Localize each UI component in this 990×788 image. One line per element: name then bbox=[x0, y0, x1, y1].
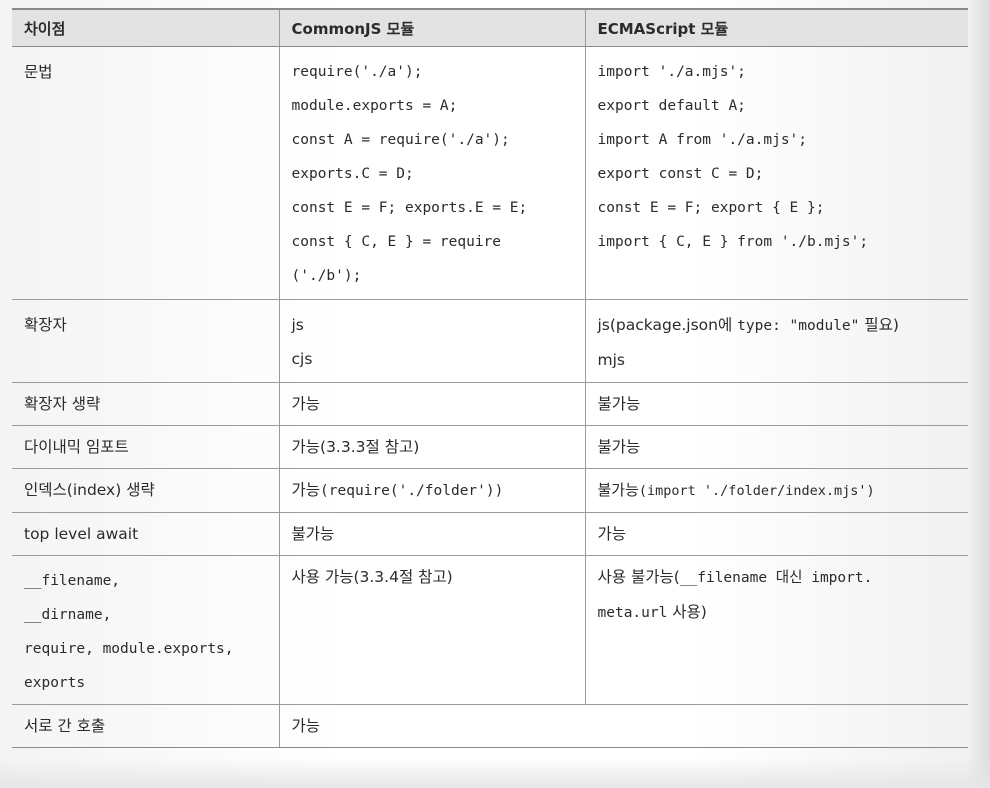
code-line: const A = require('./a'); bbox=[291, 132, 510, 148]
index-omit-esm-code: (import './folder/index.mjs') bbox=[638, 483, 875, 499]
code-line: require('./a'); bbox=[291, 64, 423, 80]
extension-ecmascript-cell: js(package.json에 type: "module" 필요) mjs bbox=[584, 299, 968, 383]
interop-label: 서로 간 호출 bbox=[24, 717, 106, 735]
table-row-extension-omit: 확장자 생략 가능 불가능 bbox=[12, 382, 968, 426]
index-omit-esm-prefix: 불가능 bbox=[597, 481, 639, 499]
extension-commonjs-cell: js cjs bbox=[278, 299, 585, 383]
globals-cjs-value: 사용 가능(3.3.4절 참고) bbox=[291, 568, 453, 586]
ext-omit-ecmascript-cell: 불가능 bbox=[584, 382, 968, 426]
code-line: const { C, E } = require bbox=[291, 234, 502, 250]
globals-esm-code: __filename 대신 import. bbox=[679, 570, 873, 586]
table-row-syntax: 문법 require('./a'); module.exports = A; c… bbox=[12, 46, 968, 300]
globals-esm-line2: meta.url 사용) bbox=[598, 595, 957, 630]
code-line: export default A; bbox=[597, 98, 746, 114]
interop-value: 가능 bbox=[291, 717, 321, 735]
code-line: import { C, E } from './b.mjs'; bbox=[597, 234, 869, 250]
index-omit-ecmascript-cell: 불가능(import './folder/index.mjs') bbox=[584, 468, 968, 513]
ext-omit-label: 확장자 생략 bbox=[24, 395, 101, 413]
table-row-dynamic-import: 다이내믹 임포트 가능(3.3.3절 참고) 불가능 bbox=[12, 425, 968, 469]
code-line: const E = F; export { E }; bbox=[597, 200, 825, 216]
row-label-extension: 확장자 bbox=[12, 299, 279, 383]
code-line: module.exports = A; bbox=[291, 98, 458, 114]
code-line: import A from './a.mjs'; bbox=[597, 132, 808, 148]
interop-value-cell: 가능 bbox=[278, 704, 968, 748]
dynamic-import-ecmascript-cell: 불가능 bbox=[584, 425, 968, 469]
table-header-row: 차이점 CommonJS 모듈 ECMAScript 모듈 bbox=[12, 8, 968, 47]
table-row-extension: 확장자 js cjs js(package.json에 type: "modul… bbox=[12, 299, 968, 383]
extension-value: mjs bbox=[597, 351, 625, 369]
extension-value: js bbox=[291, 316, 304, 334]
table-row-interop: 서로 간 호출 가능 bbox=[12, 704, 968, 748]
top-level-await-ecmascript-cell: 가능 bbox=[584, 512, 968, 556]
dynamic-import-commonjs-cell: 가능(3.3.3절 참고) bbox=[278, 425, 585, 469]
syntax-commonjs-cell: require('./a'); module.exports = A; cons… bbox=[278, 46, 585, 300]
ext-omit-commonjs-cell: 가능 bbox=[278, 382, 585, 426]
globals-esm-suffix: 사용) bbox=[667, 603, 707, 621]
globals-esm-code2: meta.url bbox=[597, 605, 668, 621]
row-label-interop: 서로 간 호출 bbox=[12, 704, 279, 748]
code-line: const E = F; exports.E = E; bbox=[291, 200, 528, 216]
comparison-table: 차이점 CommonJS 모듈 ECMAScript 모듈 문법 require… bbox=[12, 8, 968, 748]
globals-esm-line1: 사용 불가능(__filename 대신 import. bbox=[598, 560, 957, 595]
row-label-syntax: 문법 bbox=[12, 46, 279, 300]
header-ecmascript: ECMAScript 모듈 bbox=[584, 8, 968, 47]
extension-esm-code: type: "module" bbox=[737, 318, 860, 334]
code-line: ('./b'); bbox=[291, 268, 362, 284]
table-row-top-level-await: top level await 불가능 가능 bbox=[12, 512, 968, 556]
top-level-await-esm-value: 가능 bbox=[597, 525, 627, 543]
header-commonjs: CommonJS 모듈 bbox=[278, 8, 585, 47]
globals-esm-prefix: 사용 불가능( bbox=[597, 568, 680, 586]
extension-label: 확장자 bbox=[24, 316, 67, 334]
table-row-globals: __filename, __dirname, require, module.e… bbox=[12, 555, 968, 705]
globals-label-line: require, module.exports, bbox=[24, 641, 234, 657]
dynamic-import-esm-value: 불가능 bbox=[597, 438, 641, 456]
syntax-ecmascript-cell: import './a.mjs'; export default A; impo… bbox=[584, 46, 968, 300]
bottom-shadow bbox=[0, 758, 990, 788]
dynamic-import-label: 다이내믹 임포트 bbox=[24, 438, 129, 456]
ext-omit-esm-value: 불가능 bbox=[597, 395, 641, 413]
header-difference: 차이점 bbox=[12, 8, 279, 47]
globals-ecmascript-cell: 사용 불가능(__filename 대신 import. meta.url 사용… bbox=[584, 555, 968, 705]
index-omit-cjs-value: 가능(require('./folder')) bbox=[292, 473, 573, 508]
index-omit-cjs-code: (require('./folder')) bbox=[320, 483, 504, 499]
code-line: export const C = D; bbox=[597, 166, 764, 182]
top-level-await-cjs-value: 불가능 bbox=[291, 525, 335, 543]
row-label-index-omit: 인덱스(index) 생략 bbox=[12, 468, 279, 513]
top-level-await-commonjs-cell: 불가능 bbox=[278, 512, 585, 556]
index-omit-esm-value: 불가능(import './folder/index.mjs') bbox=[598, 473, 957, 508]
globals-commonjs-cell: 사용 가능(3.3.4절 참고) bbox=[278, 555, 585, 705]
row-label-extension-omit: 확장자 생략 bbox=[12, 382, 279, 426]
globals-label-line: exports bbox=[24, 675, 86, 691]
globals-label-line: __filename, bbox=[24, 573, 121, 589]
extension-esm-suffix: 필요) bbox=[859, 316, 899, 334]
index-omit-label: 인덱스(index) 생략 bbox=[24, 481, 155, 499]
index-omit-commonjs-cell: 가능(require('./folder')) bbox=[278, 468, 585, 513]
top-level-await-label: top level await bbox=[24, 525, 139, 543]
extension-esm-prefix: js(package.json에 bbox=[597, 316, 738, 334]
code-line: import './a.mjs'; bbox=[597, 64, 746, 80]
code-line: exports.C = D; bbox=[291, 166, 414, 182]
extension-value: cjs bbox=[291, 350, 313, 368]
syntax-label: 문법 bbox=[24, 63, 53, 81]
globals-label-line: __dirname, bbox=[24, 607, 112, 623]
dynamic-import-cjs-value: 가능(3.3.3절 참고) bbox=[291, 438, 420, 456]
extension-esm-line1: js(package.json에 type: "module" 필요) bbox=[598, 308, 957, 343]
index-omit-cjs-prefix: 가능 bbox=[291, 481, 321, 499]
ext-omit-cjs-value: 가능 bbox=[291, 395, 321, 413]
table-row-index-omit: 인덱스(index) 생략 가능(require('./folder')) 불가… bbox=[12, 468, 968, 513]
row-label-dynamic-import: 다이내믹 임포트 bbox=[12, 425, 279, 469]
page-edge-shadow bbox=[968, 0, 990, 788]
row-label-top-level-await: top level await bbox=[12, 512, 279, 556]
row-label-globals: __filename, __dirname, require, module.e… bbox=[12, 555, 279, 705]
